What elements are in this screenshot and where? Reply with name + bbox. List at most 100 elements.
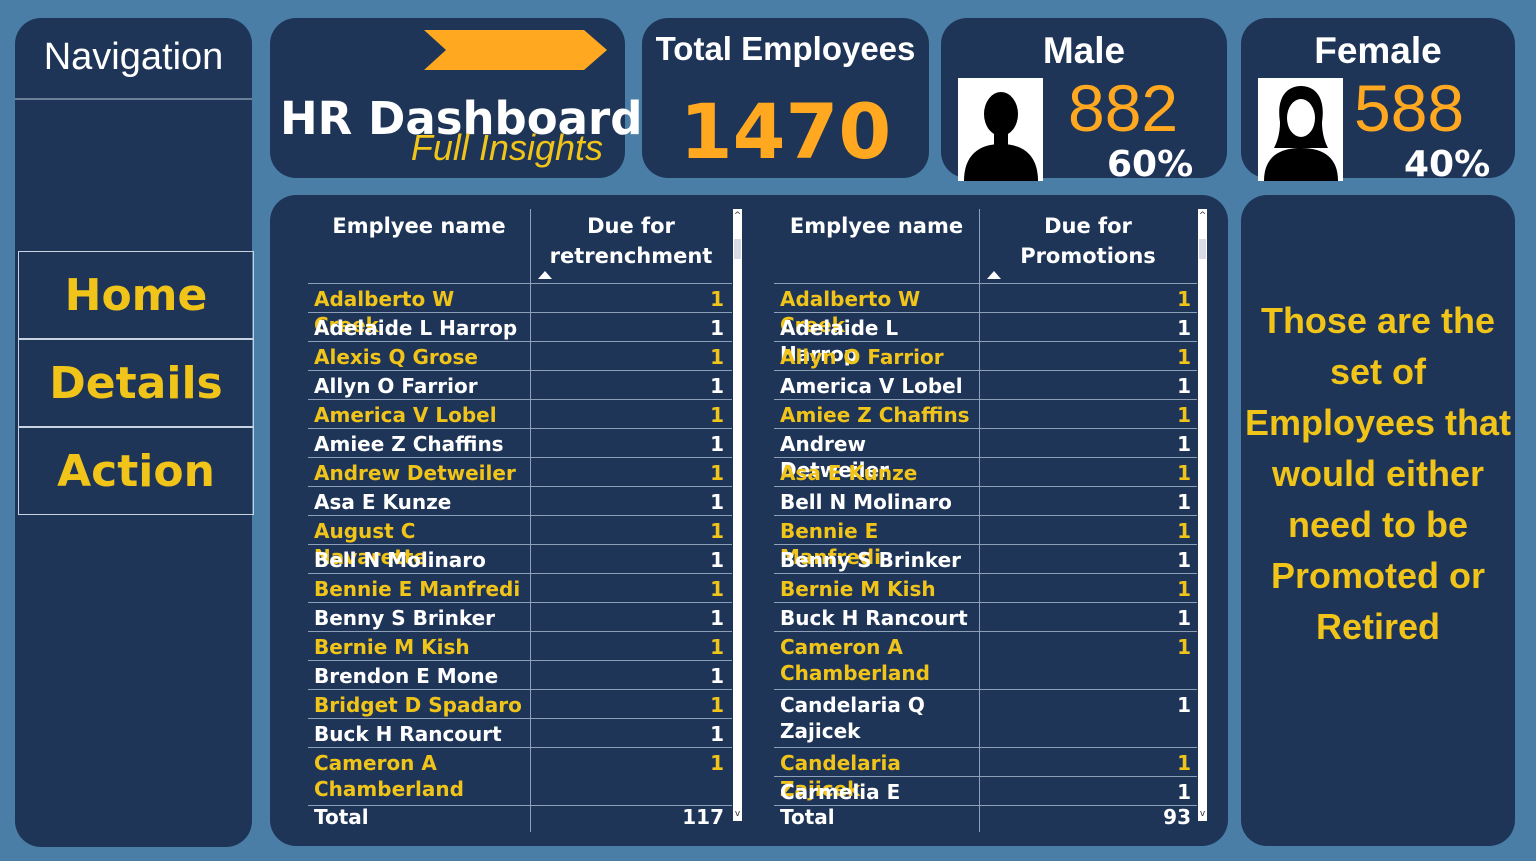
note-card: Those are the set of Employees that woul… <box>1241 195 1515 846</box>
female-card: Female 588 40% <box>1241 18 1515 185</box>
promotions-table: Emplyee name Due for Promotions Adalbert… <box>774 209 1197 832</box>
scroll-up-icon[interactable]: ^ <box>733 211 742 221</box>
sort-ascending-icon[interactable] <box>987 271 1001 279</box>
table-row[interactable]: Alexis Q Grose 1 <box>308 342 732 371</box>
note-text: Those are the set of Employees that woul… <box>1244 300 1512 647</box>
male-person-icon <box>958 78 1043 181</box>
table-body: Adalberto W Creek 1 Adelaide L Harrop 1 Ally… <box>774 284 1197 806</box>
navigation-title: Navigation <box>43 36 224 78</box>
table-row[interactable]: Buck H Rancourt 1 <box>774 603 1197 632</box>
column-divider <box>530 209 531 832</box>
due-value-cell: 1 <box>710 722 724 746</box>
table-row[interactable]: Bernie M Kish 1 <box>774 574 1197 603</box>
table-row[interactable]: Adelaide L Harrop 1 <box>308 313 732 342</box>
table-row[interactable]: America V Lobel 1 <box>308 400 732 429</box>
employee-name-cell: Bernie M Kish <box>314 635 470 659</box>
table-row[interactable]: Bennie E Manfredi 1 <box>774 516 1197 569</box>
table-row[interactable]: August C Navarette 1 <box>308 516 732 569</box>
employee-name-cell: Bell N Molinaro <box>314 548 486 572</box>
employee-name-cell: Cameron A Chamberland <box>314 751 464 801</box>
due-value-cell: 1 <box>710 664 724 688</box>
employee-name-cell: Brendon E Mone <box>314 664 499 688</box>
scroll-down-icon[interactable]: v <box>733 809 742 819</box>
female-person-icon <box>1258 78 1343 181</box>
column-header-employee-name[interactable]: Emplyee name <box>774 209 979 283</box>
due-value-cell: 1 <box>1177 577 1191 601</box>
employee-name-cell: Asa E Kunze <box>314 490 452 514</box>
employee-name-cell: Candelaria Q Zajicek <box>780 693 925 743</box>
employee-name-cell: America V Lobel <box>780 374 963 398</box>
table-row[interactable]: Cameron A Chamberland 1 <box>308 748 732 806</box>
due-value-cell: 1 <box>1177 751 1191 775</box>
table-row[interactable]: Bernie M Kish 1 <box>308 632 732 661</box>
due-value-cell: 1 <box>710 345 724 369</box>
table-row[interactable]: Andrew Detweiler 1 <box>774 429 1197 482</box>
column-header-due-for-retrenchment[interactable]: Due for retrenchment <box>530 209 732 283</box>
employee-name-cell: Amiee Z Chaffins <box>314 432 504 456</box>
home-button[interactable]: Home <box>18 251 254 339</box>
table-row[interactable]: Bennie E Manfredi 1 <box>308 574 732 603</box>
column-header-due-for-promotions[interactable]: Due for Promotions <box>979 209 1197 283</box>
details-button[interactable]: Details <box>18 339 254 427</box>
table-row[interactable]: Brendon E Mone 1 <box>308 661 732 690</box>
female-label: Female <box>1314 30 1442 71</box>
employee-name-cell: Buck H Rancourt <box>780 606 968 630</box>
table-row[interactable]: Adalberto W Creek 1 <box>308 284 732 337</box>
scrollbar-thumb[interactable] <box>1199 239 1206 259</box>
scroll-up-icon[interactable]: ^ <box>1198 211 1207 221</box>
table-row[interactable]: Cameron A Chamberland 1 <box>774 632 1197 690</box>
due-value-cell: 1 <box>1177 548 1191 572</box>
sort-ascending-icon[interactable] <box>538 271 552 279</box>
retrenchment-scrollbar[interactable]: ^ v <box>733 209 742 821</box>
table-row[interactable]: Benny S Brinker 1 <box>308 603 732 632</box>
due-value-cell: 1 <box>710 432 724 456</box>
table-row[interactable]: Bridget D Spadaro 1 <box>308 690 732 719</box>
table-row[interactable]: America V Lobel 1 <box>774 371 1197 400</box>
employee-name-cell: Bell N Molinaro <box>780 490 952 514</box>
table-row[interactable]: Candelaria Q Zajicek 1 <box>774 690 1197 748</box>
employee-name-cell: Andrew Detweiler <box>314 461 516 485</box>
tables-panel: Emplyee name Due for retrenchment Adalbe… <box>270 195 1228 846</box>
male-label: Male <box>1042 30 1126 71</box>
table-row[interactable]: Adalberto W Creek 1 <box>774 284 1197 337</box>
table-row[interactable]: Amiee Z Chaffins 1 <box>774 400 1197 429</box>
due-value-cell: 1 <box>710 316 724 340</box>
table-row[interactable]: Buck H Rancourt 1 <box>308 719 732 748</box>
table-row[interactable]: Bell N Molinaro 1 <box>774 487 1197 516</box>
due-value-cell: 1 <box>1177 606 1191 630</box>
due-value-cell: 1 <box>1177 374 1191 398</box>
table-row[interactable]: Amiee Z Chaffins 1 <box>308 429 732 458</box>
scrollbar-thumb[interactable] <box>734 239 741 259</box>
due-value-cell: 1 <box>710 548 724 572</box>
table-row[interactable]: Benny S Brinker 1 <box>774 545 1197 574</box>
column-divider <box>979 209 980 832</box>
employee-name-cell: Bennie E Manfredi <box>314 577 521 601</box>
table-row[interactable]: Allyn O Farrior 1 <box>774 342 1197 371</box>
column-header-employee-name[interactable]: Emplyee name <box>308 209 530 283</box>
employee-name-cell: America V Lobel <box>314 403 497 427</box>
table-row[interactable]: Bell N Molinaro 1 <box>308 545 732 574</box>
due-value-cell: 1 <box>1177 287 1191 311</box>
scroll-down-icon[interactable]: v <box>1198 809 1207 819</box>
due-value-cell: 1 <box>710 693 724 717</box>
promotions-scrollbar[interactable]: ^ v <box>1198 209 1207 821</box>
total-label: Total <box>780 805 835 829</box>
table-row[interactable]: Asa E Kunze 1 <box>774 458 1197 487</box>
action-button[interactable]: Action <box>18 427 254 515</box>
female-percent: 40% <box>1404 144 1491 185</box>
total-value: 93 <box>1163 805 1191 829</box>
table-body: Adalberto W Creek 1 Adelaide L Harrop 1 Alex… <box>308 284 732 806</box>
due-value-cell: 1 <box>710 751 724 775</box>
due-value-cell: 1 <box>710 635 724 659</box>
page-subtitle: Full Insights <box>410 127 603 168</box>
table-row[interactable]: Candelaria Zajicek 1 <box>774 748 1197 801</box>
table-row[interactable]: Adelaide L Harrop 1 <box>774 313 1197 366</box>
employee-name-cell: Bridget D Spadaro <box>314 693 522 717</box>
total-value: 117 <box>682 805 724 829</box>
table-total-row: Total 93 <box>774 802 1197 832</box>
due-value-cell: 1 <box>1177 461 1191 485</box>
table-row[interactable]: Andrew Detweiler 1 <box>308 458 732 487</box>
table-row[interactable]: Allyn O Farrior 1 <box>308 371 732 400</box>
table-row[interactable]: Asa E Kunze 1 <box>308 487 732 516</box>
due-value-cell: 1 <box>710 519 724 543</box>
